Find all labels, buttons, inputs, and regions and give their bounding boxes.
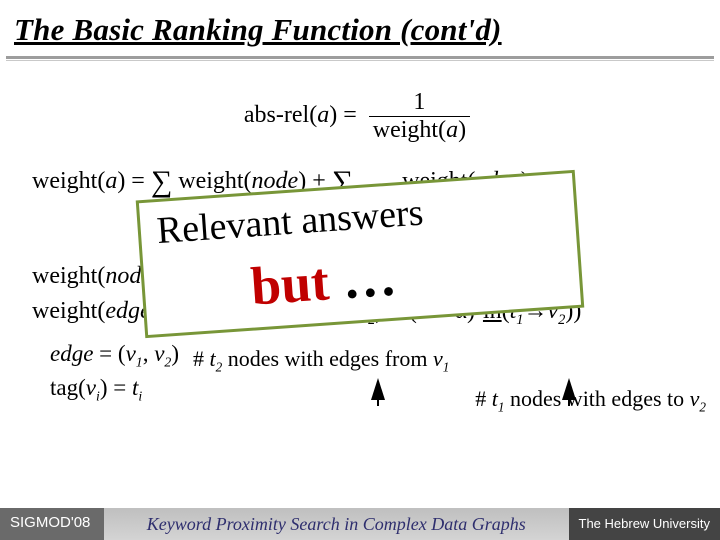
absrel-frac: 1 weight(a): [369, 89, 470, 144]
up-arrow-icon-2: [562, 378, 576, 406]
tag-def: tag(vi) = ti: [50, 372, 179, 406]
absrel-den: weight(a): [369, 117, 470, 144]
den-func: weight: [373, 117, 438, 143]
w-node-func: weight(: [178, 168, 251, 194]
den-arg: a: [446, 117, 458, 143]
footer-affiliation: The Hebrew University: [569, 508, 720, 540]
we-lhs: weight(: [32, 298, 105, 324]
tag-eq: ) =: [100, 375, 132, 400]
sum-icon-1: ∑: [151, 162, 172, 203]
overlay-but: but: [249, 246, 332, 324]
edge-close: ): [171, 341, 179, 366]
edge-word: edge: [50, 341, 93, 366]
note2-text: nodes with edges to: [504, 386, 689, 411]
tag-open: tag(: [50, 375, 86, 400]
w-a-arg: a: [105, 168, 117, 194]
absrel-eq: =: [337, 102, 363, 128]
absrel-func: abs-rel: [244, 102, 309, 128]
edge-def: edge = (v1, v2): [50, 338, 179, 372]
note2-vs: 2: [699, 399, 706, 414]
edge-comma: ,: [143, 341, 155, 366]
w-a-lhs: weight(: [32, 168, 105, 194]
tag-vi: v: [86, 375, 96, 400]
we-is1: 1: [516, 311, 523, 327]
note2-v: v: [690, 386, 700, 411]
note1-v: v: [433, 346, 443, 371]
note2-hash: #: [475, 386, 492, 411]
note1: # t2 nodes with edges from v1: [193, 346, 710, 375]
tag-tsi: i: [138, 389, 142, 404]
footer: SIGMOD'08 Keyword Proximity Search in Co…: [0, 508, 720, 540]
edge-s1: 1: [136, 355, 143, 370]
eq-absrel: abs-rel(a) = 1 weight(a): [10, 89, 710, 144]
note1-hash: #: [193, 346, 210, 371]
edge-v2: v: [154, 341, 164, 366]
footer-venue: SIGMOD'08: [0, 508, 104, 540]
edge-v1: v: [126, 341, 136, 366]
note2: # t1 nodes with edges to v2: [193, 386, 710, 415]
slide-title: The Basic Ranking Function (cont'd): [0, 0, 720, 54]
edge-tag-left: edge = (v1, v2) tag(vi) = ti: [50, 338, 179, 406]
absrel-num: 1: [369, 89, 470, 117]
note1-text: nodes with edges from: [222, 346, 433, 371]
up-arrow-icon-1: [371, 378, 385, 406]
footer-title: Keyword Proximity Search in Complex Data…: [104, 508, 569, 540]
edge-tag-block: edge = (v1, v2) tag(vi) = ti # t2 nodes …: [10, 338, 710, 415]
hash-notes: # t2 nodes with edges from v1 # t1 nodes…: [193, 338, 710, 415]
overlay-dots: …: [327, 247, 399, 312]
absrel-arg: a: [317, 102, 329, 128]
edge-eq-open: = (: [93, 341, 125, 366]
w-a-close: ) =: [117, 168, 151, 194]
note1-vs: 1: [443, 360, 450, 375]
wn-lhs: weight(: [32, 263, 105, 289]
